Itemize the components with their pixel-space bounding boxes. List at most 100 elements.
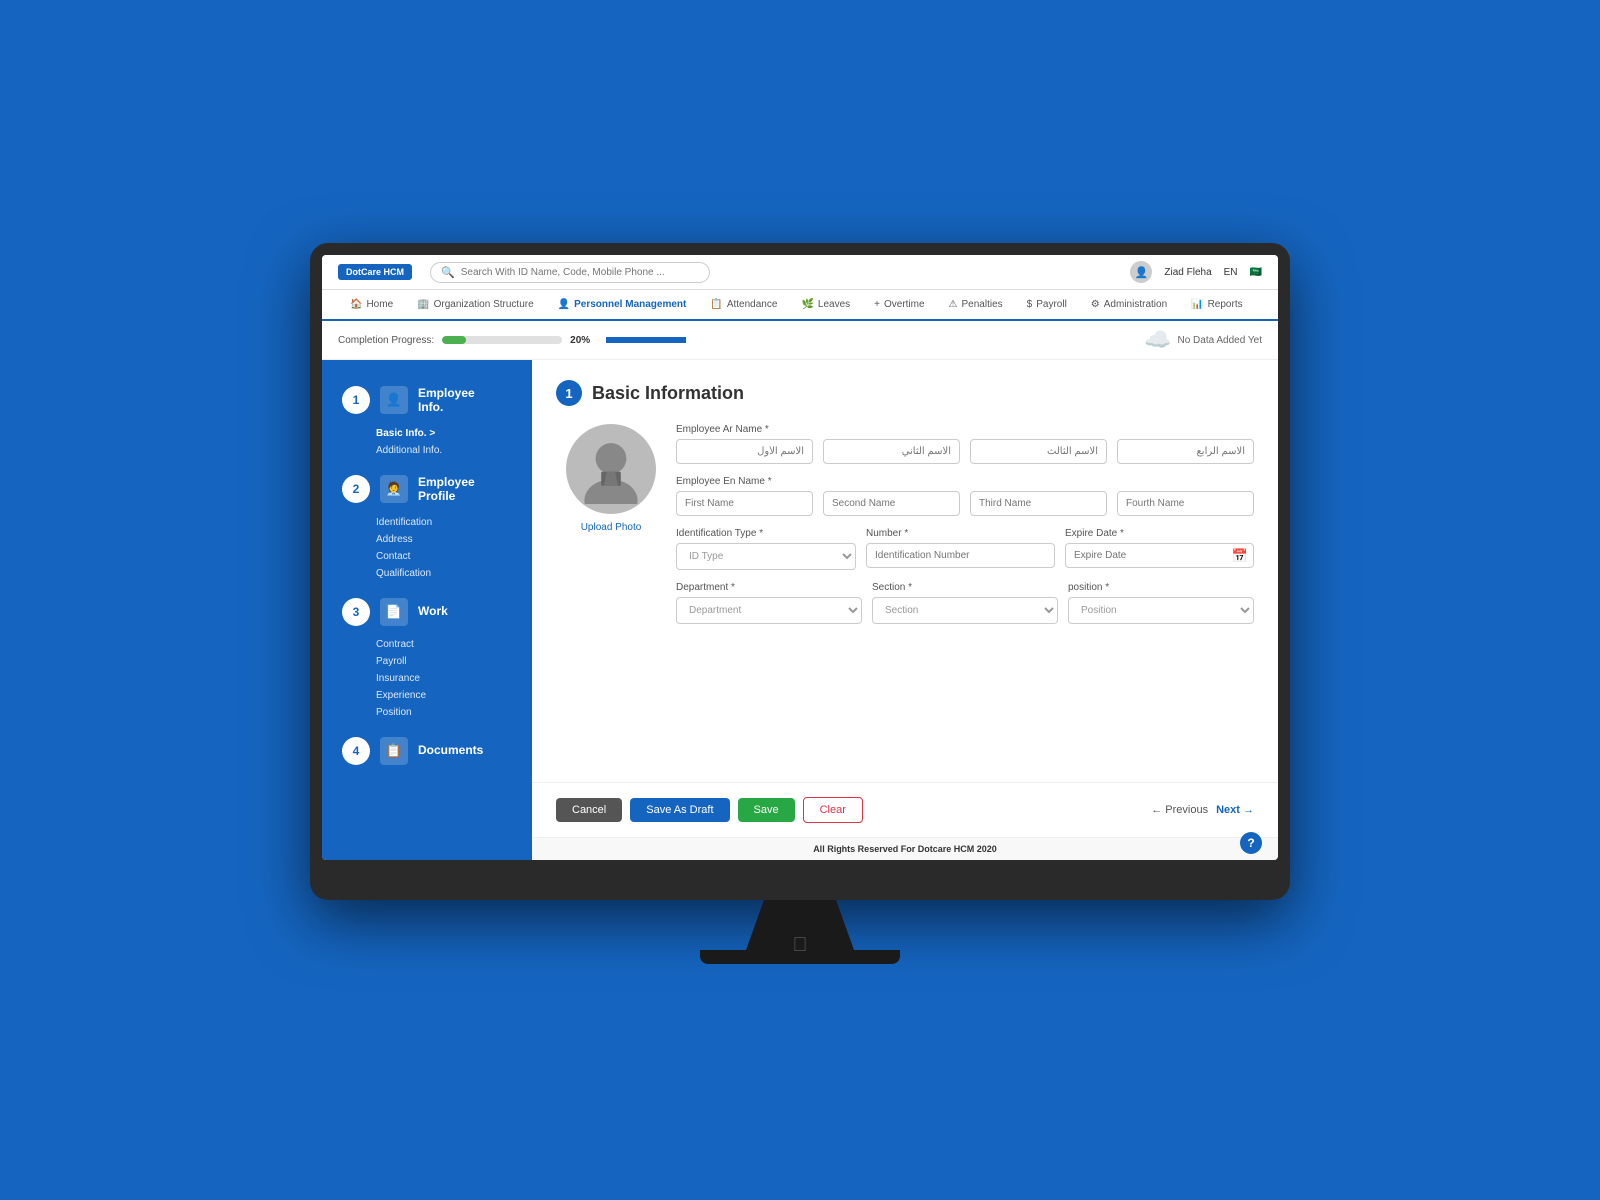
sidebar-subitem-identification[interactable]: Identification: [376, 514, 516, 531]
id-number-input[interactable]: [866, 543, 1055, 568]
sidebar-section-work: 3 📄 Work Contract Payroll Insurance Expe…: [322, 588, 532, 721]
main-layout: 1 👤 Employee Info. Basic Info. > Additio…: [322, 360, 1278, 860]
id-row: Identification Type * ID Type Number *: [676, 528, 1254, 570]
save-as-draft-button[interactable]: Save As Draft: [630, 798, 729, 822]
employee-info-title: Employee Info.: [418, 386, 475, 415]
sidebar-subitem-additional-info[interactable]: Additional Info.: [376, 442, 516, 459]
nav-bar: 🏠 Home 🏢 Organization Structure 👤 Person…: [322, 290, 1278, 321]
upload-photo-label[interactable]: Upload Photo: [581, 522, 642, 533]
lang-selector[interactable]: EN: [1224, 267, 1238, 278]
expire-date-input[interactable]: [1065, 543, 1254, 568]
sidebar-subitem-basic-info[interactable]: Basic Info. >: [376, 425, 516, 442]
app-logo: DotCare HCM: [338, 264, 412, 280]
dept-row: Department * Department Section * S: [676, 582, 1254, 624]
nav-overtime[interactable]: + Overtime: [862, 290, 936, 321]
ar-third-name-group: [970, 439, 1107, 464]
footer-brand: Dotcare HCM: [918, 844, 975, 854]
id-type-select[interactable]: ID Type: [676, 543, 856, 570]
id-number-label: Number *: [866, 528, 1055, 539]
work-title: Work: [418, 604, 448, 618]
position-label: position *: [1068, 582, 1254, 593]
cancel-button[interactable]: Cancel: [556, 798, 622, 822]
documents-title: Documents: [418, 743, 483, 757]
ar-fourth-name-group: [1117, 439, 1254, 464]
id-type-group: Identification Type * ID Type: [676, 528, 856, 570]
sidebar-subitem-position[interactable]: Position: [376, 704, 516, 721]
employee-info-icon: 👤: [380, 386, 408, 414]
en-first-name-group: [676, 491, 813, 516]
search-icon: 🔍: [441, 266, 455, 279]
calendar-icon[interactable]: 📅: [1232, 548, 1248, 564]
nav-penalties[interactable]: ⚠ Penalties: [937, 290, 1015, 321]
en-fourth-name-input[interactable]: [1117, 491, 1254, 516]
sidebar-section-employee-profile: 2 🧑‍💼 Employee Profile Identification Ad…: [322, 465, 532, 582]
en-first-name-input[interactable]: [676, 491, 813, 516]
position-select[interactable]: Position: [1068, 597, 1254, 624]
id-type-label: Identification Type *: [676, 528, 856, 539]
work-sub-items: Contract Payroll Insurance Experience Po…: [322, 636, 532, 721]
form-fields: Employee Ar Name *: [676, 424, 1254, 624]
top-right-area: 👤 Ziad Fleha EN 🇸🇦: [1130, 261, 1262, 283]
search-bar[interactable]: 🔍: [430, 262, 710, 283]
previous-button[interactable]: ← Previous: [1151, 804, 1208, 816]
sidebar-subitem-address[interactable]: Address: [376, 531, 516, 548]
sidebar-subitem-payroll[interactable]: Payroll: [376, 653, 516, 670]
ar-first-name-input[interactable]: [676, 439, 813, 464]
sidebar-subitem-experience[interactable]: Experience: [376, 687, 516, 704]
content-wrapper: 1 Basic Information: [532, 360, 1278, 860]
employee-profile-title: Employee Profile: [418, 475, 475, 504]
cloud-icon: ☁️: [1144, 327, 1171, 353]
progress-area: Completion Progress: 20% ☁️ No Data Adde…: [322, 321, 1278, 360]
nav-payroll[interactable]: $ Payroll: [1015, 290, 1079, 321]
sidebar-subitem-qualification[interactable]: Qualification: [376, 565, 516, 582]
nav-administration[interactable]: ⚙ Administration: [1079, 290, 1179, 321]
progress-label: Completion Progress:: [338, 335, 434, 346]
clear-button[interactable]: Clear: [803, 797, 863, 823]
footer: All Rights Reserved For Dotcare HCM 2020…: [532, 837, 1278, 860]
sidebar-subitem-contract[interactable]: Contract: [376, 636, 516, 653]
sidebar-subitem-contact[interactable]: Contact: [376, 548, 516, 565]
sidebar-item-employee-profile[interactable]: 2 🧑‍💼 Employee Profile: [322, 465, 532, 514]
sidebar-item-employee-info[interactable]: 1 👤 Employee Info.: [322, 376, 532, 425]
en-third-name-input[interactable]: [970, 491, 1107, 516]
section-group: Section * Section: [872, 582, 1058, 624]
sidebar-item-work[interactable]: 3 📄 Work: [322, 588, 532, 636]
step-3-circle: 3: [342, 598, 370, 626]
sidebar-item-documents[interactable]: 4 📋 Documents: [322, 727, 532, 775]
en-second-name-input[interactable]: [823, 491, 960, 516]
employee-profile-icon: 🧑‍💼: [380, 475, 408, 503]
save-button[interactable]: Save: [738, 798, 795, 822]
content-area: 1 Basic Information: [532, 360, 1278, 782]
avatar: 👤: [1130, 261, 1152, 283]
section-header: 1 Basic Information: [556, 380, 1254, 406]
search-input[interactable]: [461, 267, 699, 278]
nav-attendance[interactable]: 📋 Attendance: [698, 290, 789, 321]
department-select[interactable]: Department: [676, 597, 862, 624]
nav-personnel[interactable]: 👤 Personnel Management: [546, 290, 699, 321]
progress-fill: [442, 336, 466, 344]
ar-second-name-input[interactable]: [823, 439, 960, 464]
avatar-svg: [576, 434, 646, 504]
no-data-text: No Data Added Yet: [1177, 335, 1262, 346]
step-1-circle: 1: [342, 386, 370, 414]
photo-upload-area: Upload Photo: [556, 424, 666, 533]
work-icon: 📄: [380, 598, 408, 626]
ar-third-name-input[interactable]: [970, 439, 1107, 464]
nav-reports[interactable]: 📊 Reports: [1179, 290, 1254, 321]
en-second-name-group: [823, 491, 960, 516]
help-button[interactable]: ?: [1240, 832, 1262, 854]
nav-org-structure[interactable]: 🏢 Organization Structure: [405, 290, 546, 321]
sidebar-section-documents: 4 📋 Documents: [322, 727, 532, 775]
flag-icon: 🇸🇦: [1250, 267, 1262, 278]
nav-home[interactable]: 🏠 Home: [338, 290, 405, 321]
section-label: Section *: [872, 582, 1058, 593]
en-fourth-name-group: [1117, 491, 1254, 516]
expire-date-label: Expire Date *: [1065, 528, 1254, 539]
section-select[interactable]: Section: [872, 597, 1058, 624]
ar-fourth-name-input[interactable]: [1117, 439, 1254, 464]
employee-profile-sub-items: Identification Address Contact Qualifica…: [322, 514, 532, 582]
expire-date-wrapper: 📅: [1065, 543, 1254, 568]
sidebar-subitem-insurance[interactable]: Insurance: [376, 670, 516, 687]
nav-leaves[interactable]: 🌿 Leaves: [789, 290, 862, 321]
next-button[interactable]: Next →: [1216, 804, 1254, 816]
